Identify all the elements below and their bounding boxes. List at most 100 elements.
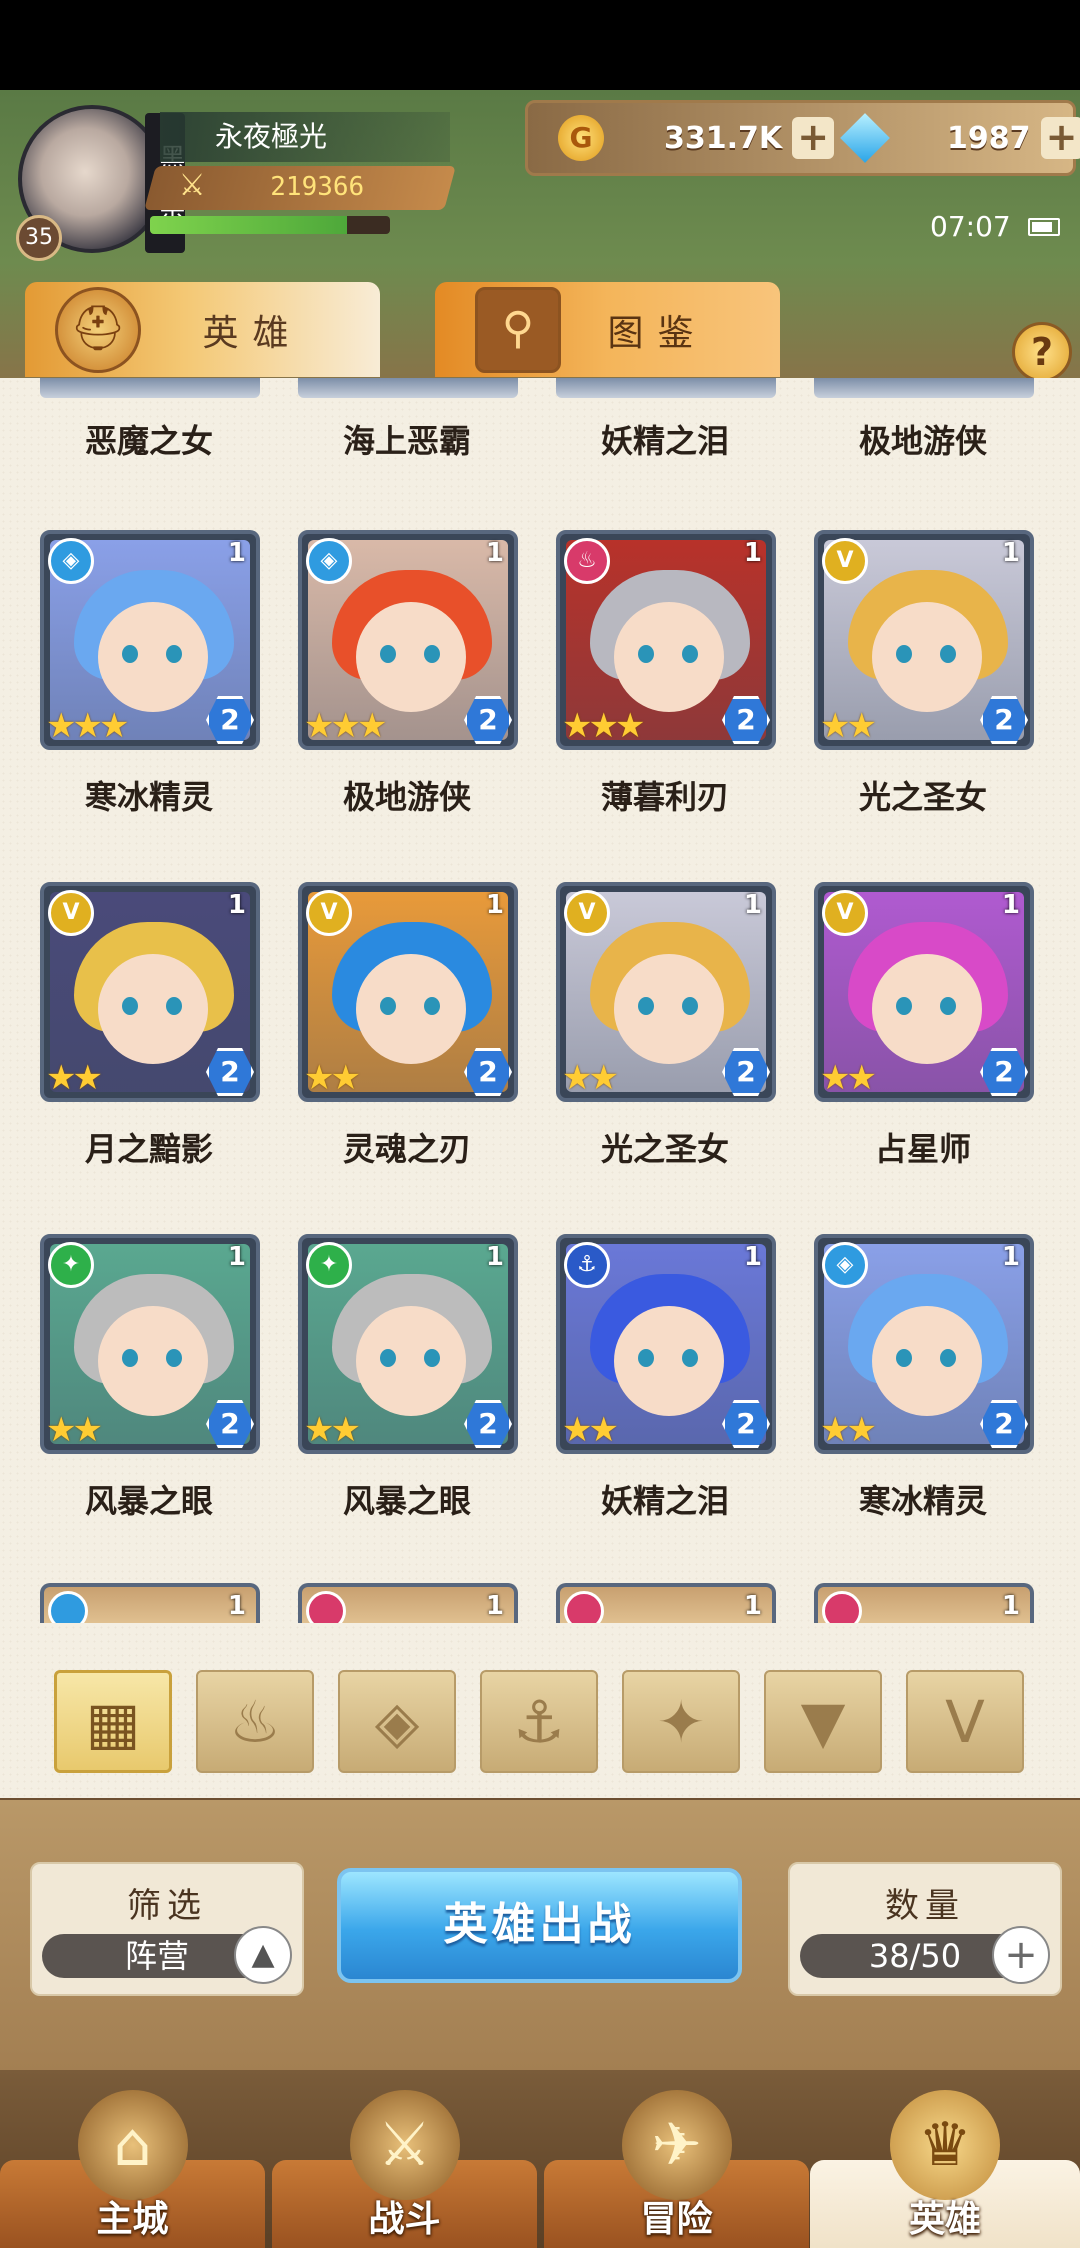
hero-card-partial[interactable]: 恶魔之女 xyxy=(40,378,260,462)
hero-portrait-frame[interactable]: ✦ 1 ★★ 2 xyxy=(40,1234,260,1454)
beast-faction-icon: ✦ xyxy=(306,1242,352,1288)
hero-name: 风暴之眼 xyxy=(84,1482,213,1520)
experience-fill xyxy=(150,216,347,234)
hero-portrait-frame[interactable]: V 1 ★★ 2 xyxy=(556,882,776,1102)
count-title: 数量 xyxy=(885,1886,965,1926)
tab-guide-label: 图鉴 xyxy=(607,312,708,354)
tab-guide[interactable]: ⚲ 图鉴 xyxy=(435,282,780,377)
hero-portrait-frame[interactable]: V 1 ★★ 2 xyxy=(814,530,1034,750)
hero-portrait-frame[interactable]: ⚓ 1 ★★ 2 xyxy=(556,1234,776,1454)
gem-counter: 1987 + xyxy=(840,113,1080,163)
water-faction-icon: ◈ xyxy=(822,1242,868,1288)
hero-portrait-frame[interactable]: ◈ 1 ★★ 2 xyxy=(814,1234,1034,1454)
nav-heroes[interactable]: ♛ 英雄 xyxy=(810,2090,1080,2248)
card-edge xyxy=(40,378,260,398)
star-rating: ★★ xyxy=(46,1410,103,1450)
nav-battle[interactable]: ⚔ 战斗 xyxy=(272,2090,537,2248)
filter-box[interactable]: 筛选 阵营 ▲ xyxy=(30,1862,304,1996)
star-rating: ★★ xyxy=(304,1410,361,1450)
hero-level: 1 xyxy=(743,1242,762,1272)
player-name: 永夜極光 xyxy=(160,112,450,162)
fire-faction-icon xyxy=(822,1591,862,1623)
help-button[interactable]: ? xyxy=(1012,322,1072,382)
water-faction-icon: ◈ xyxy=(306,538,352,584)
beast-faction-icon: ✦ xyxy=(48,1242,94,1288)
nav-adventure[interactable]: ✈ 冒险 xyxy=(544,2090,809,2248)
hero-level: 1 xyxy=(1001,890,1020,920)
battery-icon xyxy=(1028,218,1060,236)
combat-power-value: 219366 xyxy=(270,172,365,202)
light-faction-filter-button[interactable]: V xyxy=(906,1670,1024,1773)
star-rating: ★★ xyxy=(820,1058,877,1098)
gem-value: 1987 xyxy=(947,120,1031,156)
add-slot-button[interactable]: + xyxy=(992,1926,1050,1984)
gold-value: 331.7K xyxy=(664,120,783,156)
hero-card[interactable]: V 1 ★★ 2 月之黯影 xyxy=(40,882,260,1170)
hero-card-partial[interactable]: 1 xyxy=(298,1583,518,1623)
water-faction-filter-button[interactable]: ◈ xyxy=(338,1670,456,1773)
hero-portrait-frame[interactable]: ◈ 1 ★★★ 2 xyxy=(298,530,518,750)
card-edge xyxy=(556,378,776,398)
star-rating: ★★★ xyxy=(562,706,645,746)
hero-card[interactable]: V 1 ★★ 2 占星师 xyxy=(814,882,1034,1170)
chevron-up-icon[interactable]: ▲ xyxy=(234,1926,292,1984)
hero-card[interactable]: ✦ 1 ★★ 2 风暴之眼 xyxy=(40,1234,260,1522)
hero-grid[interactable]: 恶魔之女 海上恶霸 妖精之泪 极地游侠 ◈ 1 ★★★ 2 寒冰精灵 ◈ 1 ★★★ 2 极地游侠 ♨ 1 ★★… xyxy=(0,378,1080,1623)
hero-card-partial[interactable]: 1 xyxy=(814,1583,1034,1623)
add-gold-button[interactable]: + xyxy=(792,117,835,159)
hero-level: 1 xyxy=(485,1242,504,1272)
add-gems-button[interactable]: + xyxy=(1040,117,1080,159)
hero-level: 1 xyxy=(227,538,246,568)
hero-card[interactable]: V 1 ★★ 2 光之圣女 xyxy=(556,882,776,1170)
hero-card[interactable]: V 1 ★★ 2 光之圣女 xyxy=(814,530,1034,818)
hero-level: 1 xyxy=(1001,1242,1020,1272)
hero-eyes xyxy=(896,645,956,663)
hero-portrait-frame[interactable]: ♨ 1 ★★★ 2 xyxy=(556,530,776,750)
hero-card-partial[interactable]: 妖精之泪 xyxy=(556,378,776,462)
tab-heroes[interactable]: ⛑ 英雄 xyxy=(25,282,380,377)
grid-filter-button[interactable]: ▦ xyxy=(54,1670,172,1773)
hero-portrait-frame[interactable]: ◈ 1 ★★★ 2 xyxy=(40,530,260,750)
anchor-filter-button[interactable]: ⚓ xyxy=(480,1670,598,1773)
player-portrait[interactable]: 35 黑渦宗 xyxy=(10,95,185,265)
star-rating: ★★ xyxy=(304,1058,361,1098)
hero-card-partial[interactable]: 极地游侠 xyxy=(814,378,1034,462)
deploy-heroes-button[interactable]: 英雄出战 xyxy=(337,1868,742,1983)
adventure-map-icon: ✈ xyxy=(621,2090,732,2200)
hero-card-partial[interactable]: 海上恶霸 xyxy=(298,378,518,462)
beast-faction-filter-button[interactable]: ✦ xyxy=(622,1670,740,1773)
light-faction-icon: V xyxy=(945,1688,985,1756)
light-faction-icon: V xyxy=(822,890,868,936)
hero-eyes xyxy=(638,1349,698,1367)
fire-faction-filter-button[interactable]: ♨ xyxy=(196,1670,314,1773)
hero-portrait-frame[interactable]: V 1 ★★ 2 xyxy=(814,882,1034,1102)
nav-label: 主城 xyxy=(96,2199,169,2240)
hero-card-partial[interactable]: 1 xyxy=(40,1583,260,1623)
light-faction-icon: V xyxy=(306,890,352,936)
hero-eyes xyxy=(122,1349,182,1367)
dark-faction-filter-button[interactable]: ▼ xyxy=(764,1670,882,1773)
hero-portrait-frame[interactable]: ✦ 1 ★★ 2 xyxy=(298,1234,518,1454)
star-rating: ★★ xyxy=(820,706,877,746)
star-rating: ★★ xyxy=(562,1058,619,1098)
anchor-icon: ⚓ xyxy=(513,1688,565,1756)
hero-card-partial[interactable]: 1 xyxy=(556,1583,776,1623)
nav-home[interactable]: ⌂ 主城 xyxy=(0,2090,265,2248)
hero-card[interactable]: ◈ 1 ★★★ 2 极地游侠 xyxy=(298,530,518,818)
hero-card[interactable]: ◈ 1 ★★ 2 寒冰精灵 xyxy=(814,1234,1034,1522)
hero-eyes xyxy=(380,645,440,663)
hero-card[interactable]: ⚓ 1 ★★ 2 妖精之泪 xyxy=(556,1234,776,1522)
hero-portrait-frame[interactable]: V 1 ★★ 2 xyxy=(298,882,518,1102)
hero-eyes xyxy=(122,645,182,663)
hero-card[interactable]: ♨ 1 ★★★ 2 薄暮利刃 xyxy=(556,530,776,818)
light-faction-icon: V xyxy=(48,890,94,936)
hero-portrait-frame[interactable]: V 1 ★★ 2 xyxy=(40,882,260,1102)
gold-coin-icon: G xyxy=(558,115,604,161)
hero-level: 1 xyxy=(227,890,246,920)
hero-card[interactable]: ◈ 1 ★★★ 2 寒冰精灵 xyxy=(40,530,260,818)
hero-card[interactable]: ✦ 1 ★★ 2 风暴之眼 xyxy=(298,1234,518,1522)
hero-eyes xyxy=(122,997,182,1015)
hero-card[interactable]: V 1 ★★ 2 灵魂之刃 xyxy=(298,882,518,1170)
filter-title: 筛选 xyxy=(127,1886,207,1926)
clock: 07:07 xyxy=(930,210,1011,243)
